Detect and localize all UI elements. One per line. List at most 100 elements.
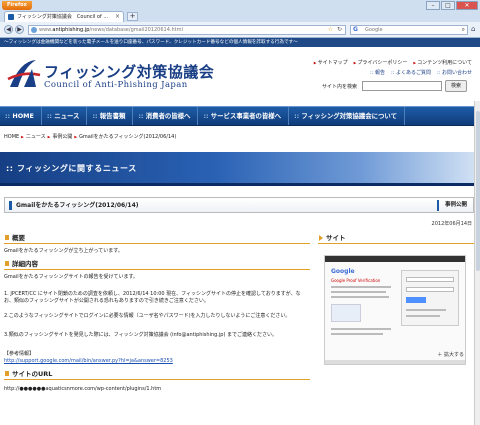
article-date: 2012年06月14日 <box>431 221 472 227</box>
faq-link[interactable]: よくあるご質問 <box>391 69 431 76</box>
home-icon[interactable]: ⌂ <box>471 25 475 33</box>
article-title-box: Gmailをかたるフィッシング(2012/06/14) 事例公開 <box>4 197 474 213</box>
site-url-heading: サイトのURL <box>4 369 310 380</box>
breadcrumb-separator-icon: ▶ <box>47 135 51 139</box>
window-controls: – □ ✕ <box>426 1 478 10</box>
detail-heading: 詳細内容 <box>4 259 310 270</box>
section-title: :: フィッシングに関するニュース <box>6 164 137 173</box>
firefox-menu-button[interactable]: Firefox <box>2 1 32 10</box>
url-bar[interactable]: www.antiphishing.jp/news/database/gmail2… <box>28 25 346 35</box>
globe-icon <box>31 27 37 33</box>
thumb-bottom-bar <box>325 360 465 364</box>
detail-paragraph-2b: お、類似のフィッシングサイトが公開される恐れもありますので引き続きご注意ください… <box>4 298 209 304</box>
nav-service-providers[interactable]: サービス事業者の皆様へ <box>198 107 290 125</box>
thumb-login-form <box>401 270 459 326</box>
thumb-text-line <box>331 296 389 298</box>
reference-link[interactable]: http://support.google.com/mail/bin/answe… <box>4 358 310 365</box>
nav-consumers[interactable]: 消費者の皆様へ <box>133 107 199 125</box>
header-action-links: 報告 よくあるご質問 お問い合わせ <box>370 69 472 76</box>
thumb-text-line <box>331 286 391 288</box>
sidebar-heading: サイト <box>318 233 474 244</box>
thumb-text-line <box>331 328 391 330</box>
site-search-input[interactable] <box>362 81 442 91</box>
reference-heading: 【参考情報】 <box>4 351 35 357</box>
zoom-link[interactable]: ＋ 拡大する <box>437 351 464 358</box>
url-path: /news/database/gmail20120614.html <box>89 27 183 33</box>
thumb-text-line <box>331 333 383 335</box>
article-category[interactable]: 事例公開 <box>436 200 467 211</box>
phishing-url: http://●●●●●●aquaticsnmore.com/wp-conten… <box>4 386 162 392</box>
url-domain: antiphishing.jp <box>52 27 90 33</box>
bookmark-star-icon[interactable]: ☆ <box>328 26 333 34</box>
breadcrumb-case[interactable]: 事例公開 <box>52 134 72 140</box>
site-search-button[interactable]: 検索 <box>445 80 467 92</box>
breadcrumb: HOME ▶ ニュース ▶ 事例公開 ▶ Gmailをかたるフィッシング(2012/06/1… <box>4 133 176 140</box>
nav-news[interactable]: ニュース <box>42 107 88 125</box>
page-scrollbar[interactable] <box>474 101 480 425</box>
article-title: Gmailをかたるフィッシング(2012/06/14) <box>16 202 139 209</box>
thumb-text-line <box>406 315 440 317</box>
thumb-image-block <box>331 304 361 322</box>
section-stripe <box>0 183 480 186</box>
contact-link[interactable]: お問い合わせ <box>437 69 472 76</box>
detail-paragraph-3: 2.このようなフィッシングサイトでログインに必要な情報（ユーザ名やパスワード)を… <box>4 313 291 319</box>
navigation-toolbar: ◀ ▶ www.antiphishing.jp/news/database/gm… <box>0 22 480 37</box>
global-nav: HOME ニュース 報告書類 消費者の皆様へ サービス事業者の皆様へ フィッシン… <box>0 106 480 126</box>
maximize-icon[interactable]: □ <box>441 1 455 10</box>
logo-mark-icon[interactable] <box>6 57 42 91</box>
thumb-username-field <box>406 277 454 282</box>
title-bar-decoration <box>9 201 12 210</box>
summary-text: Gmailをかたるフィッシングが立ち上がっています。 <box>4 248 123 254</box>
thumb-top-bar <box>325 256 465 262</box>
forward-arrow-icon[interactable]: ▶ <box>15 25 24 34</box>
search-placeholder: Google <box>365 27 383 33</box>
reload-icon[interactable]: ↻ <box>337 26 342 34</box>
thumb-signin-button <box>406 297 426 303</box>
magnifier-icon[interactable]: ⌕ <box>462 26 465 34</box>
nav-reports[interactable]: 報告書類 <box>87 107 134 125</box>
sitemap-link[interactable]: サイトマップ <box>314 59 348 66</box>
thumb-text-line <box>331 291 386 293</box>
back-arrow-icon[interactable]: ◀ <box>4 25 13 34</box>
logo-japanese[interactable]: フィッシング対策協議会 <box>44 61 214 82</box>
browser-tab[interactable]: フィッシング対策協議会 Council of ... × <box>4 11 124 22</box>
thumb-google-logo: Google <box>331 268 355 275</box>
content-usage-link[interactable]: コンテンツ利用について <box>413 59 472 66</box>
nav-about[interactable]: フィッシング対策協議会について <box>289 107 405 125</box>
thumb-heading: Google Proof Verification <box>331 278 381 283</box>
close-window-icon[interactable]: ✕ <box>456 1 478 10</box>
detail-paragraph-1: Gmailをかたるフィッシングサイトの報告を受けています。 <box>4 274 138 280</box>
favicon-icon <box>8 14 14 20</box>
main-content: 概要 Gmailをかたるフィッシングが立ち上がっています。 詳細内容 Gmail… <box>4 233 310 393</box>
close-tab-icon[interactable]: × <box>115 12 120 22</box>
new-tab-button[interactable]: + <box>127 12 138 21</box>
thumb-text-line <box>406 309 446 311</box>
privacy-policy-link[interactable]: プライバシーポリシー <box>354 59 407 66</box>
report-link[interactable]: 報告 <box>370 69 385 76</box>
thumb-password-field <box>406 287 454 292</box>
breadcrumb-current: Gmailをかたるフィッシング(2012/06/14) <box>79 134 177 140</box>
breadcrumb-news[interactable]: ニュース <box>26 134 46 140</box>
detail-paragraph-4: 3.類似のフィッシングサイトを発見した際には、フィッシング対策協議会 (info… <box>4 332 278 338</box>
search-bar[interactable]: G Google ⌕ <box>350 25 468 35</box>
header-utility-links: サイトマップ プライバシーポリシー コンテンツ利用について <box>314 59 472 66</box>
nav-home[interactable]: HOME <box>0 107 42 125</box>
browser-chrome: Firefox – □ ✕ フィッシング対策協議会 Council of ...… <box>0 0 480 38</box>
logo-english: Council of Anti-Phishing Japan <box>44 80 188 90</box>
summary-heading: 概要 <box>4 233 310 244</box>
sidebar: サイト Google Google Proof Verification ＋ 拡… <box>318 233 474 365</box>
tab-title: フィッシング対策協議会 Council of ... <box>17 14 109 20</box>
url-prefix: www. <box>39 27 53 33</box>
phishing-site-screenshot[interactable]: Google Google Proof Verification <box>324 255 466 365</box>
scrollbar-thumb[interactable] <box>476 111 480 271</box>
breadcrumb-home[interactable]: HOME <box>4 134 19 140</box>
top-banner: ～フィッシングは金融機関などを装った電子メールを送り口座番号、パスワード、クレジ… <box>0 38 480 47</box>
google-search-icon: G <box>353 26 358 33</box>
site-header: フィッシング対策協議会 Council of Anti-Phishing Jap… <box>0 47 480 101</box>
detail-paragraph-2a: 1. JPCERT/CC にサイト閉鎖のための調査を依頼し、2012/6/14 … <box>4 291 301 297</box>
minimize-icon[interactable]: – <box>426 1 440 10</box>
breadcrumb-separator-icon: ▶ <box>21 135 24 139</box>
breadcrumb-separator-icon: ▶ <box>74 135 78 139</box>
site-search-label: サイト内を検索 <box>322 84 358 90</box>
section-banner: :: フィッシングに関するニュース <box>0 152 480 186</box>
